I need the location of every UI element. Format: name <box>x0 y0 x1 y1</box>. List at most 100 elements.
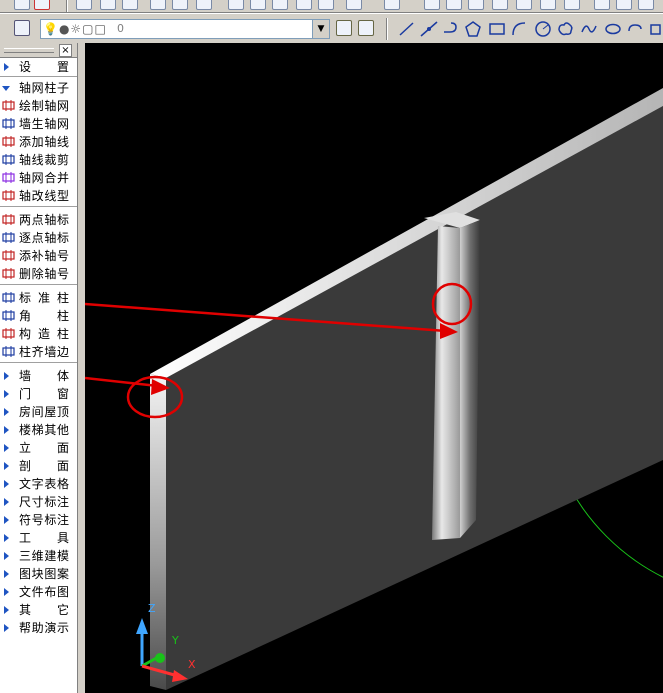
command-11[interactable]: 删除轴号 <box>0 265 77 283</box>
menu-item-17[interactable]: 门 窗 <box>0 385 77 403</box>
layer-manager-icon[interactable] <box>14 20 30 36</box>
menu-item-19[interactable]: 楼梯其他 <box>0 421 77 439</box>
command-7[interactable]: 轴改线型 <box>0 187 77 205</box>
menu-item-27[interactable]: 图块图案 <box>0 565 77 583</box>
arc-icon[interactable] <box>510 20 528 38</box>
menu-item-24[interactable]: 符号标注 <box>0 511 77 529</box>
command-12[interactable]: 标 准 柱 <box>0 289 77 307</box>
command-15[interactable]: 柱齐墙边 <box>0 343 77 361</box>
plot-preview-icon[interactable] <box>172 0 188 10</box>
zoom-window-icon[interactable] <box>468 0 484 10</box>
circle-icon[interactable] <box>534 20 552 38</box>
chevron-right-icon <box>4 480 9 488</box>
publish-icon[interactable] <box>196 0 212 10</box>
menu-item-26[interactable]: 三维建模 <box>0 547 77 565</box>
layers-draw-toolbar: 💡●☼▢□ 0 ▼ <box>0 13 663 44</box>
menu-item-22[interactable]: 文字表格 <box>0 475 77 493</box>
design-center-icon[interactable] <box>616 0 632 10</box>
zoom-extents-icon[interactable] <box>564 0 580 10</box>
save-icon[interactable] <box>122 0 138 10</box>
pdf-icon[interactable] <box>34 0 50 10</box>
print-icon[interactable] <box>150 0 166 10</box>
spline-icon[interactable] <box>580 20 598 38</box>
pan-icon[interactable] <box>424 0 440 10</box>
chevron-right-icon <box>4 498 9 506</box>
menu-item-21[interactable]: 剖 面 <box>0 457 77 475</box>
ellipse-arc-icon[interactable] <box>626 20 644 38</box>
zoom-in-icon[interactable] <box>516 0 532 10</box>
block-editor-icon[interactable] <box>318 0 334 10</box>
structural-column-icon <box>2 328 15 339</box>
close-icon[interactable]: × <box>59 44 72 57</box>
menu-item-28[interactable]: 文件布图 <box>0 583 77 601</box>
xline-icon[interactable] <box>420 20 438 38</box>
menu-item-label: 轴改线型 <box>19 189 69 203</box>
toolbar-separator <box>386 18 388 40</box>
toolbar-separator <box>66 0 68 12</box>
delete-axis-number-icon <box>2 268 15 279</box>
menu-item-label: 柱齐墙边 <box>19 345 69 359</box>
chevron-right-icon <box>4 606 9 614</box>
command-6[interactable]: 轴网合并 <box>0 169 77 187</box>
menu-item-label: 构 造 柱 <box>19 327 69 341</box>
panel-grip[interactable] <box>4 48 54 53</box>
tool-palettes-icon[interactable] <box>638 0 654 10</box>
menu-item-label: 墙 体 <box>19 369 69 383</box>
open-file-icon[interactable] <box>76 0 92 10</box>
chevron-right-icon <box>4 63 9 71</box>
screen-menu-panel: × 设 置轴网柱子 绘制轴网 墙生轴网 添加轴线 轴线裁剪 轴网合并轴改线型两点轴标 逐点轴… <box>0 43 78 693</box>
ellipse-icon[interactable] <box>604 20 622 38</box>
menu-item-1[interactable]: 轴网柱子 <box>0 79 77 97</box>
cut-icon[interactable] <box>228 0 244 10</box>
menu-item-29[interactable]: 其 它 <box>0 601 77 619</box>
line-icon[interactable] <box>398 20 416 38</box>
zoom-out-icon[interactable] <box>540 0 556 10</box>
chevron-right-icon <box>4 462 9 470</box>
open-folder-icon[interactable] <box>100 0 116 10</box>
menu-item-23[interactable]: 尺寸标注 <box>0 493 77 511</box>
insert-block-icon[interactable] <box>648 20 663 38</box>
layer-previous-icon[interactable] <box>358 20 374 36</box>
menu-item-label: 标 准 柱 <box>19 291 69 305</box>
chevron-right-icon <box>4 372 9 380</box>
copy-icon[interactable] <box>250 0 266 10</box>
menu-item-20[interactable]: 立 面 <box>0 439 77 457</box>
menu-item-label: 门 窗 <box>19 387 69 401</box>
menu-item-0[interactable]: 设 置 <box>0 58 77 76</box>
two-point-axis-label-icon <box>2 214 15 225</box>
menu-item-30[interactable]: 帮助演示 <box>0 619 77 637</box>
command-13[interactable]: 角 柱 <box>0 307 77 325</box>
properties-icon[interactable] <box>594 0 610 10</box>
command-14[interactable]: 构 造 柱 <box>0 325 77 343</box>
chevron-down-icon[interactable]: ▼ <box>312 20 329 38</box>
make-object-layer-current-icon[interactable] <box>336 20 352 36</box>
redo-icon[interactable] <box>384 0 400 10</box>
drawing-viewport[interactable]: Z Y X <box>85 43 663 693</box>
menu-item-label: 添补轴号 <box>19 249 69 263</box>
menu-item-25[interactable]: 工 具 <box>0 529 77 547</box>
panel-title-bar[interactable]: × <box>0 43 77 58</box>
ucs-x-label: X <box>188 658 196 671</box>
command-3[interactable]: 墙生轴网 <box>0 115 77 133</box>
menu-item-label: 设 置 <box>19 60 69 74</box>
command-8[interactable]: 两点轴标 <box>0 211 77 229</box>
menu-item-16[interactable]: 墙 体 <box>0 367 77 385</box>
command-4[interactable]: 添加轴线 <box>0 133 77 151</box>
rectangle-icon[interactable] <box>488 20 506 38</box>
undo-icon[interactable] <box>346 0 362 10</box>
polygon-icon[interactable] <box>464 20 482 38</box>
command-10[interactable]: 添补轴号 <box>0 247 77 265</box>
command-5[interactable]: 轴线裁剪 <box>0 151 77 169</box>
revision-cloud-icon[interactable] <box>556 20 574 38</box>
menu-item-label: 三维建模 <box>19 549 69 563</box>
command-2[interactable]: 绘制轴网 <box>0 97 77 115</box>
zoom-previous-icon[interactable] <box>492 0 508 10</box>
new-file-icon[interactable] <box>14 0 30 10</box>
command-9[interactable]: 逐点轴标 <box>0 229 77 247</box>
polyline-icon[interactable] <box>442 20 460 38</box>
layer-dropdown[interactable]: 💡●☼▢□ 0 ▼ <box>40 19 330 39</box>
zoom-realtime-icon[interactable] <box>446 0 462 10</box>
match-properties-icon[interactable] <box>296 0 312 10</box>
paste-icon[interactable] <box>272 0 288 10</box>
menu-item-18[interactable]: 房间屋顶 <box>0 403 77 421</box>
